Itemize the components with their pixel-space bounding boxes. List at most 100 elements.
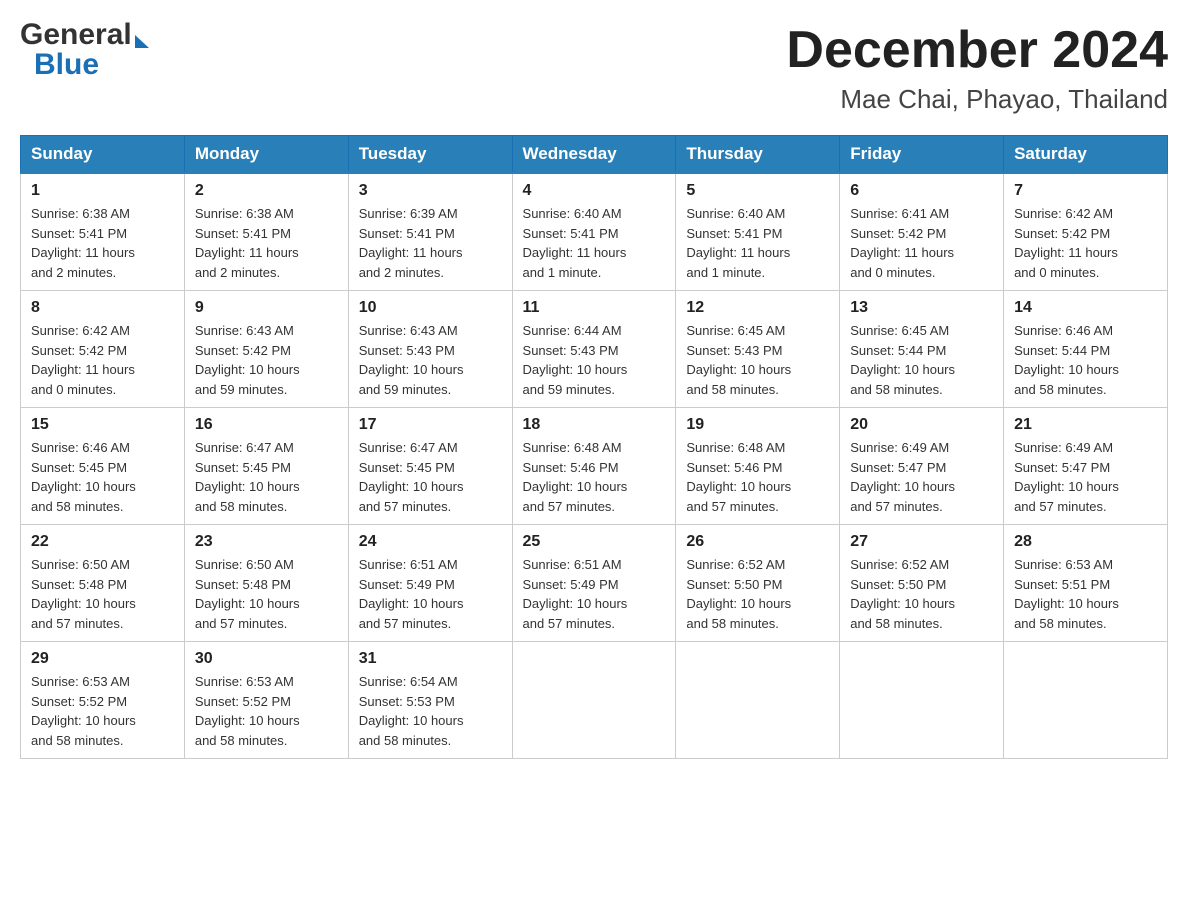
day-number: 6	[850, 182, 993, 200]
day-info: Sunrise: 6:51 AMSunset: 5:49 PMDaylight:…	[359, 555, 502, 633]
day-number: 28	[1014, 533, 1157, 551]
day-info: Sunrise: 6:45 AMSunset: 5:43 PMDaylight:…	[686, 321, 829, 399]
calendar-day-header-wednesday: Wednesday	[512, 136, 676, 174]
day-number: 7	[1014, 182, 1157, 200]
day-number: 23	[195, 533, 338, 551]
logo-triangle-icon	[135, 35, 149, 48]
day-info: Sunrise: 6:49 AMSunset: 5:47 PMDaylight:…	[850, 438, 993, 516]
calendar-cell: 27 Sunrise: 6:52 AMSunset: 5:50 PMDaylig…	[840, 525, 1004, 642]
logo-blue-text: Blue	[34, 50, 99, 80]
day-info: Sunrise: 6:54 AMSunset: 5:53 PMDaylight:…	[359, 672, 502, 750]
calendar-cell: 5 Sunrise: 6:40 AMSunset: 5:41 PMDayligh…	[676, 173, 840, 291]
day-info: Sunrise: 6:53 AMSunset: 5:52 PMDaylight:…	[31, 672, 174, 750]
logo: General Blue	[20, 20, 149, 80]
day-number: 27	[850, 533, 993, 551]
location-subtitle: Mae Chai, Phayao, Thailand	[786, 84, 1168, 115]
calendar-cell: 19 Sunrise: 6:48 AMSunset: 5:46 PMDaylig…	[676, 408, 840, 525]
calendar-cell: 18 Sunrise: 6:48 AMSunset: 5:46 PMDaylig…	[512, 408, 676, 525]
day-info: Sunrise: 6:38 AMSunset: 5:41 PMDaylight:…	[195, 204, 338, 282]
day-info: Sunrise: 6:49 AMSunset: 5:47 PMDaylight:…	[1014, 438, 1157, 516]
calendar-week-row: 29 Sunrise: 6:53 AMSunset: 5:52 PMDaylig…	[21, 642, 1168, 759]
day-number: 5	[686, 182, 829, 200]
calendar-cell: 7 Sunrise: 6:42 AMSunset: 5:42 PMDayligh…	[1004, 173, 1168, 291]
calendar-day-header-monday: Monday	[184, 136, 348, 174]
calendar-week-row: 15 Sunrise: 6:46 AMSunset: 5:45 PMDaylig…	[21, 408, 1168, 525]
day-number: 18	[523, 416, 666, 434]
day-info: Sunrise: 6:47 AMSunset: 5:45 PMDaylight:…	[195, 438, 338, 516]
day-info: Sunrise: 6:48 AMSunset: 5:46 PMDaylight:…	[523, 438, 666, 516]
title-section: December 2024 Mae Chai, Phayao, Thailand	[786, 20, 1168, 115]
day-info: Sunrise: 6:41 AMSunset: 5:42 PMDaylight:…	[850, 204, 993, 282]
calendar-cell	[512, 642, 676, 759]
day-number: 21	[1014, 416, 1157, 434]
day-number: 1	[31, 182, 174, 200]
calendar-cell: 11 Sunrise: 6:44 AMSunset: 5:43 PMDaylig…	[512, 291, 676, 408]
day-info: Sunrise: 6:50 AMSunset: 5:48 PMDaylight:…	[31, 555, 174, 633]
day-number: 12	[686, 299, 829, 317]
calendar-cell: 3 Sunrise: 6:39 AMSunset: 5:41 PMDayligh…	[348, 173, 512, 291]
calendar-header-row: SundayMondayTuesdayWednesdayThursdayFrid…	[21, 136, 1168, 174]
calendar-week-row: 8 Sunrise: 6:42 AMSunset: 5:42 PMDayligh…	[21, 291, 1168, 408]
calendar-cell: 22 Sunrise: 6:50 AMSunset: 5:48 PMDaylig…	[21, 525, 185, 642]
day-info: Sunrise: 6:40 AMSunset: 5:41 PMDaylight:…	[523, 204, 666, 282]
day-number: 3	[359, 182, 502, 200]
calendar-cell	[840, 642, 1004, 759]
month-year-title: December 2024	[786, 20, 1168, 80]
calendar-cell: 31 Sunrise: 6:54 AMSunset: 5:53 PMDaylig…	[348, 642, 512, 759]
day-info: Sunrise: 6:43 AMSunset: 5:43 PMDaylight:…	[359, 321, 502, 399]
day-number: 14	[1014, 299, 1157, 317]
page-header: General Blue December 2024 Mae Chai, Pha…	[20, 20, 1168, 115]
calendar-cell: 28 Sunrise: 6:53 AMSunset: 5:51 PMDaylig…	[1004, 525, 1168, 642]
calendar-week-row: 22 Sunrise: 6:50 AMSunset: 5:48 PMDaylig…	[21, 525, 1168, 642]
day-info: Sunrise: 6:38 AMSunset: 5:41 PMDaylight:…	[31, 204, 174, 282]
day-number: 25	[523, 533, 666, 551]
day-info: Sunrise: 6:42 AMSunset: 5:42 PMDaylight:…	[31, 321, 174, 399]
calendar-cell: 1 Sunrise: 6:38 AMSunset: 5:41 PMDayligh…	[21, 173, 185, 291]
day-number: 2	[195, 182, 338, 200]
day-number: 11	[523, 299, 666, 317]
day-info: Sunrise: 6:53 AMSunset: 5:51 PMDaylight:…	[1014, 555, 1157, 633]
calendar-cell: 4 Sunrise: 6:40 AMSunset: 5:41 PMDayligh…	[512, 173, 676, 291]
calendar-day-header-friday: Friday	[840, 136, 1004, 174]
day-info: Sunrise: 6:40 AMSunset: 5:41 PMDaylight:…	[686, 204, 829, 282]
calendar-week-row: 1 Sunrise: 6:38 AMSunset: 5:41 PMDayligh…	[21, 173, 1168, 291]
day-number: 20	[850, 416, 993, 434]
day-info: Sunrise: 6:39 AMSunset: 5:41 PMDaylight:…	[359, 204, 502, 282]
calendar-cell: 25 Sunrise: 6:51 AMSunset: 5:49 PMDaylig…	[512, 525, 676, 642]
day-number: 17	[359, 416, 502, 434]
day-info: Sunrise: 6:43 AMSunset: 5:42 PMDaylight:…	[195, 321, 338, 399]
calendar-cell: 12 Sunrise: 6:45 AMSunset: 5:43 PMDaylig…	[676, 291, 840, 408]
calendar-cell: 17 Sunrise: 6:47 AMSunset: 5:45 PMDaylig…	[348, 408, 512, 525]
calendar-cell: 23 Sunrise: 6:50 AMSunset: 5:48 PMDaylig…	[184, 525, 348, 642]
day-number: 24	[359, 533, 502, 551]
day-info: Sunrise: 6:52 AMSunset: 5:50 PMDaylight:…	[686, 555, 829, 633]
day-number: 31	[359, 650, 502, 668]
day-info: Sunrise: 6:44 AMSunset: 5:43 PMDaylight:…	[523, 321, 666, 399]
day-info: Sunrise: 6:47 AMSunset: 5:45 PMDaylight:…	[359, 438, 502, 516]
calendar-cell: 2 Sunrise: 6:38 AMSunset: 5:41 PMDayligh…	[184, 173, 348, 291]
calendar-cell: 6 Sunrise: 6:41 AMSunset: 5:42 PMDayligh…	[840, 173, 1004, 291]
calendar-cell: 24 Sunrise: 6:51 AMSunset: 5:49 PMDaylig…	[348, 525, 512, 642]
calendar-cell	[1004, 642, 1168, 759]
day-info: Sunrise: 6:53 AMSunset: 5:52 PMDaylight:…	[195, 672, 338, 750]
day-info: Sunrise: 6:46 AMSunset: 5:44 PMDaylight:…	[1014, 321, 1157, 399]
day-number: 22	[31, 533, 174, 551]
day-info: Sunrise: 6:51 AMSunset: 5:49 PMDaylight:…	[523, 555, 666, 633]
calendar-cell: 13 Sunrise: 6:45 AMSunset: 5:44 PMDaylig…	[840, 291, 1004, 408]
calendar-cell	[676, 642, 840, 759]
calendar-cell: 9 Sunrise: 6:43 AMSunset: 5:42 PMDayligh…	[184, 291, 348, 408]
calendar-table: SundayMondayTuesdayWednesdayThursdayFrid…	[20, 135, 1168, 759]
calendar-cell: 10 Sunrise: 6:43 AMSunset: 5:43 PMDaylig…	[348, 291, 512, 408]
calendar-day-header-thursday: Thursday	[676, 136, 840, 174]
day-number: 19	[686, 416, 829, 434]
day-number: 4	[523, 182, 666, 200]
day-number: 15	[31, 416, 174, 434]
day-info: Sunrise: 6:45 AMSunset: 5:44 PMDaylight:…	[850, 321, 993, 399]
calendar-day-header-tuesday: Tuesday	[348, 136, 512, 174]
calendar-cell: 8 Sunrise: 6:42 AMSunset: 5:42 PMDayligh…	[21, 291, 185, 408]
calendar-cell: 20 Sunrise: 6:49 AMSunset: 5:47 PMDaylig…	[840, 408, 1004, 525]
calendar-cell: 16 Sunrise: 6:47 AMSunset: 5:45 PMDaylig…	[184, 408, 348, 525]
day-number: 29	[31, 650, 174, 668]
day-number: 26	[686, 533, 829, 551]
calendar-day-header-sunday: Sunday	[21, 136, 185, 174]
